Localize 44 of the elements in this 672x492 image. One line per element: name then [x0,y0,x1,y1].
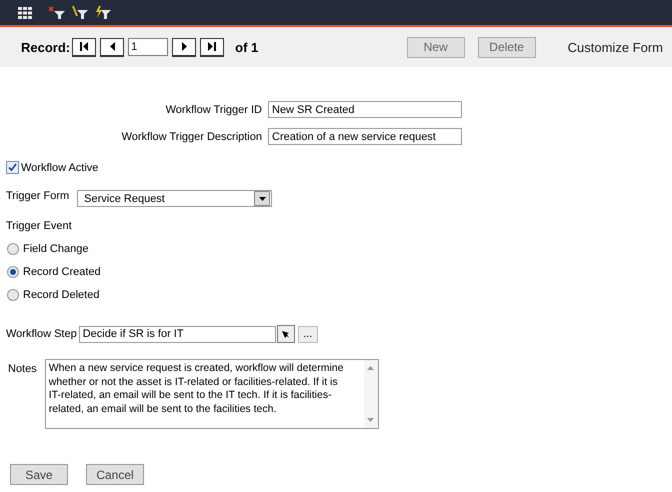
checkbox-label: Workflow Active [21,162,98,174]
next-record-button[interactable] [172,38,196,56]
funnel-x-icon[interactable] [49,6,65,19]
field-label: Workflow Trigger ID [166,104,262,116]
lookup-button[interactable] [276,325,295,343]
browse-button[interactable]: ... [298,326,318,342]
checkbox[interactable] [6,161,19,174]
dropdown-arrow-icon [258,196,266,200]
record-number-field[interactable]: 1 [128,38,168,56]
first-record-button[interactable] [72,38,96,56]
funnel-bolt-icon[interactable] [95,6,111,19]
save-button[interactable]: Save [10,464,68,485]
notes-field[interactable]: When a new service request is created, workflow will determine whether or not the asset is IT-related or facilities-related. If it is IT-related, an email will be sent to the IT tech. If it is facilities-related, an email will be sent to the facilities tech. [44,359,379,429]
radio-label: Record Created [23,266,101,278]
funnel-pencil-icon[interactable] [72,6,88,19]
radio-label: Record Deleted [23,288,100,300]
previous-record-button[interactable] [100,38,124,56]
record-label: Record: [21,40,70,54]
customize-form-link[interactable]: Customize Form [568,40,663,54]
trigger-form-dropdown[interactable]: Service Request [77,190,272,207]
grid-icon[interactable] [18,6,32,18]
last-icon [208,42,216,51]
record-count: of 1 [235,40,258,54]
arrow-icon [282,330,290,338]
field-label: Notes [8,363,37,375]
trigger-id-field[interactable]: New SR Created [268,101,462,118]
next-icon [182,42,187,51]
first-icon [80,42,88,51]
radio-button[interactable] [7,266,19,278]
radio-label: Field Change [23,242,88,254]
scroll-up-icon[interactable] [367,366,374,370]
trigger-description-field[interactable]: Creation of a new service request [268,128,462,145]
radio-button[interactable] [7,242,19,254]
scroll-down-icon[interactable] [367,418,374,422]
previous-icon [110,42,115,51]
field-label: Workflow Trigger Description [122,130,262,142]
field-label: Workflow Step [6,328,77,340]
field-label: Trigger Event [6,220,73,232]
scrollbar[interactable] [364,360,378,428]
last-record-button[interactable] [200,38,224,56]
radio-button[interactable] [7,288,19,300]
cancel-button[interactable]: Cancel [86,464,144,485]
workflow-step-field[interactable]: Decide if SR is for IT [78,326,276,342]
field-label: Trigger Form [6,190,70,202]
